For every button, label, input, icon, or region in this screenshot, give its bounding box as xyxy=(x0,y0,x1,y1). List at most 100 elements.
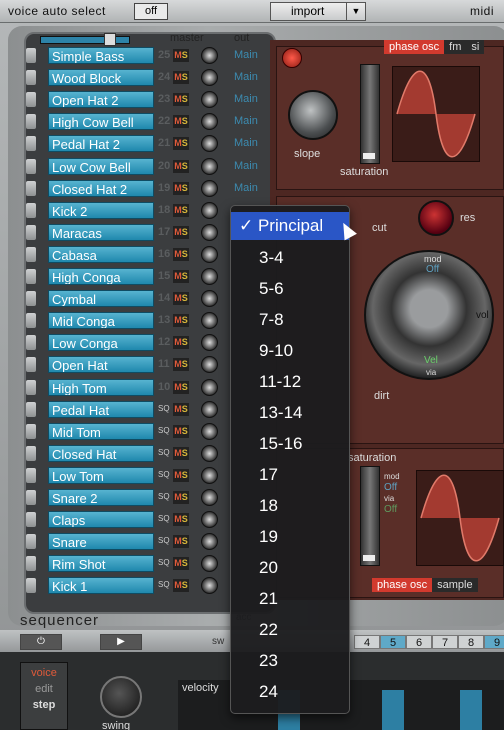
mute-solo-buttons[interactable]: MS xyxy=(173,513,189,527)
mute-solo-buttons[interactable]: MS xyxy=(173,424,189,438)
mute-button[interactable]: M xyxy=(174,50,182,60)
solo-button[interactable]: S xyxy=(182,580,188,590)
mute-solo-buttons[interactable]: MS xyxy=(173,115,189,129)
menu-item[interactable]: 23 xyxy=(231,647,349,675)
mute-solo-buttons[interactable]: MS xyxy=(173,314,189,328)
voice-name[interactable]: High Conga xyxy=(48,268,154,285)
voice-select-handle[interactable] xyxy=(26,423,36,439)
velocity-bar[interactable] xyxy=(460,690,482,730)
mute-button[interactable]: M xyxy=(174,315,182,325)
voice-row[interactable]: Pedal Hat 2 21 MS Main xyxy=(26,133,270,153)
mute-button[interactable]: M xyxy=(174,293,182,303)
pan-knob[interactable] xyxy=(201,135,218,153)
mute-button[interactable]: M xyxy=(174,72,182,82)
output-selector[interactable]: Main xyxy=(234,115,258,127)
master-slider[interactable] xyxy=(40,36,130,44)
mute-solo-buttons[interactable]: MS xyxy=(173,71,189,85)
solo-button[interactable]: S xyxy=(182,183,188,193)
mute-button[interactable]: M xyxy=(174,514,182,524)
menu-item[interactable]: 22 xyxy=(231,616,349,644)
voice-name[interactable]: Closed Hat xyxy=(48,444,154,462)
mute-button[interactable]: M xyxy=(174,580,182,590)
tab-fm[interactable]: fm xyxy=(444,40,467,54)
voice-name[interactable]: Snare xyxy=(48,533,154,551)
voice-select-handle[interactable] xyxy=(26,269,36,284)
voice-name[interactable]: Wood Block xyxy=(48,69,154,87)
menu-item-principal[interactable]: ✓ Principal xyxy=(231,212,349,240)
output-selector[interactable]: Main xyxy=(234,93,258,105)
saturation2-slider-thumb[interactable] xyxy=(363,555,375,561)
voice-name[interactable]: Simple Bass xyxy=(48,47,154,64)
voice-select-handle[interactable] xyxy=(26,48,36,63)
tab-sample[interactable]: si xyxy=(466,40,485,54)
solo-button[interactable]: S xyxy=(182,50,188,60)
mute-button[interactable]: M xyxy=(174,116,182,126)
mute-solo-buttons[interactable]: MS xyxy=(173,137,189,151)
solo-button[interactable]: S xyxy=(182,514,188,524)
mute-solo-buttons[interactable]: MS xyxy=(173,380,189,394)
voice-select-handle[interactable] xyxy=(26,512,36,528)
voice-select-handle[interactable] xyxy=(26,467,36,483)
pan-knob[interactable] xyxy=(201,157,218,175)
menu-item[interactable]: 19 xyxy=(231,523,349,551)
menu-item[interactable]: 13-14 xyxy=(231,399,349,427)
mute-solo-buttons[interactable]: MS xyxy=(173,468,189,482)
res-knob[interactable] xyxy=(418,200,454,236)
pan-knob[interactable] xyxy=(201,290,218,308)
voice-name[interactable]: Closed Hat 2 xyxy=(48,179,154,197)
mute-solo-buttons[interactable]: MS xyxy=(173,579,189,593)
output-selector[interactable]: Main xyxy=(234,49,258,61)
pan-knob[interactable] xyxy=(201,466,218,484)
voice-row[interactable]: Open Hat 2 23 MS Main xyxy=(26,89,270,109)
mute-button[interactable]: M xyxy=(174,205,182,215)
mute-solo-buttons[interactable]: MS xyxy=(173,225,189,239)
solo-button[interactable]: S xyxy=(182,492,188,502)
pan-knob[interactable] xyxy=(201,69,218,87)
output-selector[interactable]: Main xyxy=(234,71,258,83)
solo-button[interactable]: S xyxy=(182,470,188,480)
voice-name[interactable]: Mid Tom xyxy=(48,422,154,440)
menu-item[interactable]: 21 xyxy=(231,585,349,613)
voice-name[interactable]: Open Hat 2 xyxy=(48,91,154,109)
voice-select-handle[interactable] xyxy=(26,357,36,373)
voice-name[interactable]: High Tom xyxy=(48,378,154,396)
voice-name[interactable]: Low Conga xyxy=(48,334,154,352)
mute-solo-buttons[interactable]: MS xyxy=(173,491,189,504)
saturation2-slider[interactable] xyxy=(360,466,380,566)
mute-button[interactable]: M xyxy=(174,536,182,546)
mute-button[interactable]: M xyxy=(174,249,182,259)
mode-step[interactable]: step xyxy=(21,699,67,711)
mute-solo-buttons[interactable]: MS xyxy=(173,203,189,217)
saturation-slider[interactable] xyxy=(360,64,380,164)
pan-knob[interactable] xyxy=(201,113,218,131)
mute-solo-buttons[interactable]: MS xyxy=(173,402,189,416)
solo-button[interactable]: S xyxy=(182,161,188,171)
voice-select-handle[interactable] xyxy=(26,578,36,594)
solo-button[interactable]: S xyxy=(182,249,188,259)
pan-knob[interactable] xyxy=(201,312,218,330)
mute-solo-buttons[interactable]: MS xyxy=(173,557,189,571)
voice-name[interactable]: Kick 1 xyxy=(48,577,154,595)
output-selector[interactable]: Main xyxy=(234,160,258,172)
saturation-slider-thumb[interactable] xyxy=(363,153,375,159)
mute-button[interactable]: M xyxy=(174,183,182,193)
mute-solo-buttons[interactable]: MS xyxy=(173,49,189,62)
voice-select-handle[interactable] xyxy=(26,114,36,130)
voice-select-handle[interactable] xyxy=(26,401,36,417)
pan-knob[interactable] xyxy=(201,91,218,109)
pan-knob[interactable] xyxy=(201,47,218,64)
sequencer-play-button[interactable]: ▶ xyxy=(100,634,142,650)
pan-knob[interactable] xyxy=(201,400,218,418)
pan-knob[interactable] xyxy=(201,356,218,374)
menu-item[interactable]: 15-16 xyxy=(231,430,349,458)
voice-select-handle[interactable] xyxy=(26,224,36,240)
voice-row[interactable]: Low Cow Bell 20 MS Main xyxy=(26,156,270,176)
mute-solo-buttons[interactable]: MS xyxy=(173,247,189,261)
solo-button[interactable]: S xyxy=(182,337,188,347)
mute-button[interactable]: M xyxy=(174,448,182,458)
chevron-down-icon[interactable]: ▼ xyxy=(346,3,365,20)
solo-button[interactable]: S xyxy=(182,116,188,126)
mute-solo-buttons[interactable]: MS xyxy=(173,93,189,107)
osc-power-button[interactable] xyxy=(282,48,302,68)
mute-solo-buttons[interactable]: MS xyxy=(173,270,189,283)
